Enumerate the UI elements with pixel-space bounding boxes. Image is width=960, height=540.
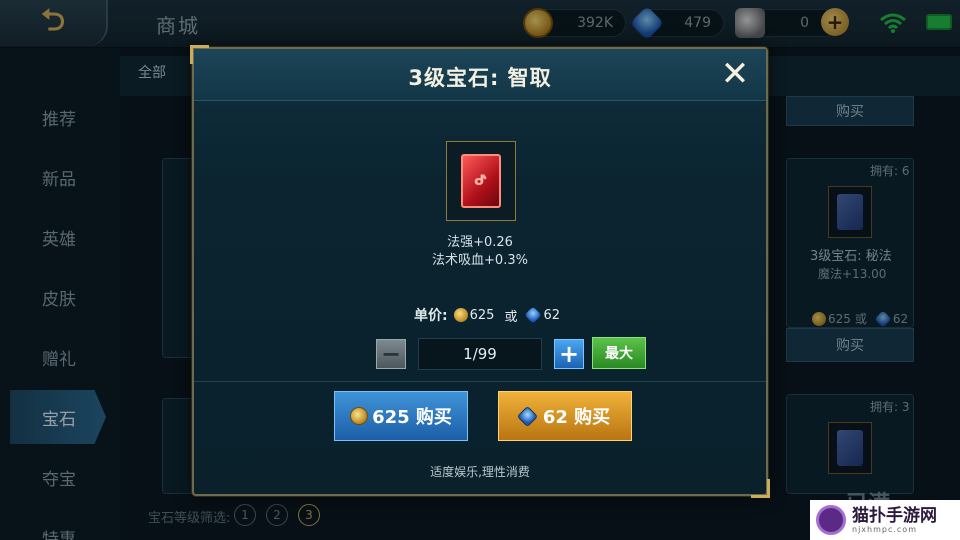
minus-icon: − — [380, 340, 402, 368]
price-or: 或 — [504, 309, 518, 325]
dialog-title: 3级宝石: 智取 — [408, 66, 552, 90]
gold-coin-icon — [350, 407, 369, 425]
quantity-value: 1/99 — [463, 345, 497, 363]
site-watermark: 猫扑手游网 njxhmpc.com — [810, 500, 960, 540]
buy-with-gold-button[interactable]: 625 购买 — [334, 391, 468, 441]
cat-logo-icon — [816, 505, 846, 535]
price-gold: 625 — [469, 307, 495, 323]
moderation-notice: 适度娱乐,理性消费 — [430, 465, 530, 479]
price-gem: 62 — [543, 307, 560, 323]
unit-price: 单价: 625 或 62 — [414, 305, 560, 325]
gold-coin-icon — [453, 308, 468, 322]
close-icon: ✕ — [720, 54, 750, 94]
watermark-url: njxhmpc.com — [852, 524, 917, 534]
decrease-quantity-button[interactable]: − — [376, 339, 406, 369]
stat-magic-lifesteal: 法术吸血+0.3% — [432, 253, 528, 268]
purchase-dialog: 3级宝石: 智取 ✕ ᕷ 法强+0.26 法术吸血+0.3% 单价: 625 或… — [190, 45, 770, 498]
max-label: 最大 — [605, 346, 633, 362]
divider — [194, 381, 766, 382]
stat-magic-power: 法强+0.26 — [447, 235, 513, 250]
plus-icon: + — [558, 340, 580, 368]
price-label: 单价: — [414, 308, 448, 324]
item-preview: ᕷ — [446, 141, 516, 221]
close-button[interactable]: ✕ — [718, 57, 752, 91]
max-quantity-button[interactable]: 最大 — [592, 337, 646, 369]
gem-glyph: ᕷ — [474, 173, 488, 189]
increase-quantity-button[interactable]: + — [554, 339, 584, 369]
buy-gem-label: 62 购买 — [542, 407, 611, 428]
buy-gold-label: 625 购买 — [372, 407, 452, 428]
quantity-field[interactable]: 1/99 — [418, 338, 542, 370]
watermark-title: 猫扑手游网 — [852, 505, 937, 526]
red-gem-icon: ᕷ — [461, 154, 501, 208]
buy-with-diamond-button[interactable]: 62 购买 — [498, 391, 632, 441]
diamond-icon — [516, 405, 538, 427]
diamond-icon — [524, 306, 542, 324]
